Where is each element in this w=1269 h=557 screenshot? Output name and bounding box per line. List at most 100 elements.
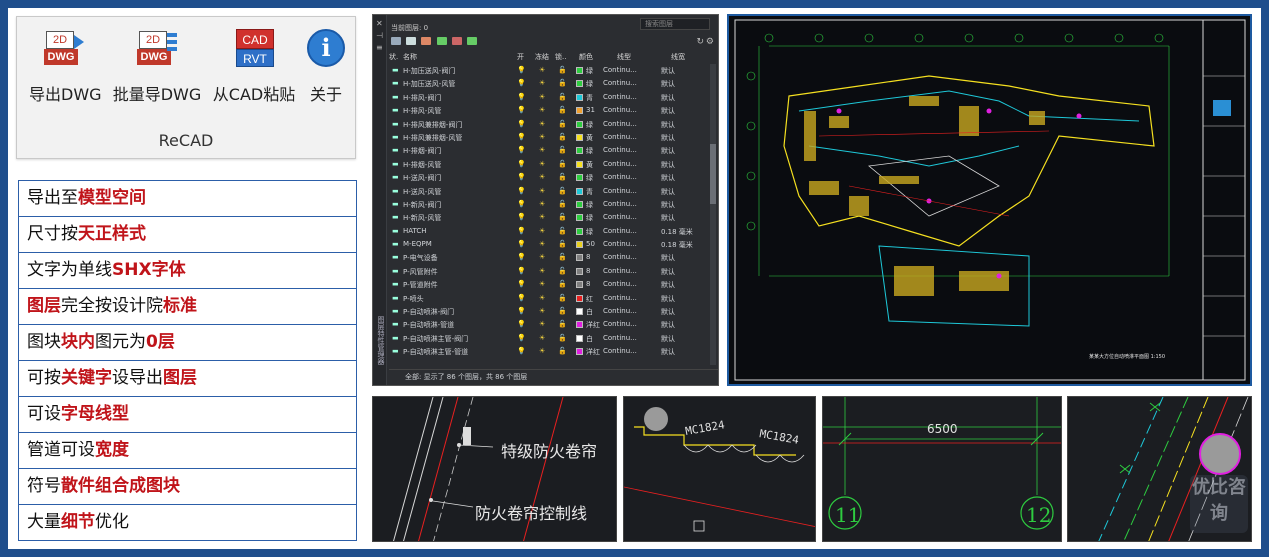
layer-linetype[interactable]: Continu...: [603, 173, 637, 181]
layer-row[interactable]: ▬ H-排风兼排烟-风管 💡 ☀ 🔓 黄 Continu... 默认: [389, 131, 708, 144]
layer-lineweight[interactable]: 默认: [661, 106, 675, 116]
refresh-icon[interactable]: ↻: [696, 37, 704, 47]
layer-unlock-icon[interactable]: 🔓: [558, 66, 567, 74]
layer-thaw-icon[interactable]: ☀: [539, 133, 545, 141]
layer-on-icon[interactable]: 💡: [517, 280, 526, 288]
layer-thaw-icon[interactable]: ☀: [539, 347, 545, 355]
layer-unlock-icon[interactable]: 🔓: [558, 280, 567, 288]
layer-lineweight[interactable]: 默认: [661, 66, 675, 76]
paste-from-cad-button[interactable]: CAD RVT 从CAD粘贴: [211, 29, 297, 119]
layer-unlock-icon[interactable]: 🔓: [558, 320, 567, 328]
layer-row[interactable]: ▬ H-加压送风-风管 💡 ☀ 🔓 绿 Continu... 默认: [389, 77, 708, 90]
layer-on-icon[interactable]: 💡: [517, 347, 526, 355]
layer-color-swatch[interactable]: [576, 107, 583, 115]
layer-lineweight[interactable]: 默认: [661, 160, 675, 170]
layer-color-swatch[interactable]: [576, 147, 583, 155]
layer-lineweight[interactable]: 0.18 毫米: [661, 240, 693, 250]
layer-thaw-icon[interactable]: ☀: [539, 334, 545, 342]
layer-linetype[interactable]: Continu...: [603, 213, 637, 221]
layer-linetype[interactable]: Continu...: [603, 307, 637, 315]
layer-column-header[interactable]: 颜色: [579, 52, 593, 62]
layer-thaw-icon[interactable]: ☀: [539, 240, 545, 248]
close-icon[interactable]: ✕: [376, 19, 383, 28]
layer-unlock-icon[interactable]: 🔓: [558, 267, 567, 275]
layer-on-icon[interactable]: 💡: [517, 187, 526, 195]
layer-column-header[interactable]: 开: [517, 52, 524, 62]
layer-color-swatch[interactable]: [576, 254, 583, 262]
layer-color-swatch[interactable]: [576, 241, 583, 249]
layer-lineweight[interactable]: 默认: [661, 280, 675, 290]
layer-thaw-icon[interactable]: ☀: [539, 173, 545, 181]
layer-row[interactable]: ▬ H-排风兼排烟-阀门 💡 ☀ 🔓 绿 Continu... 默认: [389, 118, 708, 131]
layer-row[interactable]: ▬ H-加压送风-阀门 💡 ☀ 🔓 绿 Continu... 默认: [389, 64, 708, 77]
layer-unlock-icon[interactable]: 🔓: [558, 347, 567, 355]
layer-thaw-icon[interactable]: ☀: [539, 160, 545, 168]
layer-linetype[interactable]: Continu...: [603, 160, 637, 168]
layer-color-swatch[interactable]: [576, 308, 583, 316]
layer-unlock-icon[interactable]: 🔓: [558, 160, 567, 168]
layer-thaw-icon[interactable]: ☀: [539, 200, 545, 208]
layer-lineweight[interactable]: 默认: [661, 79, 675, 89]
layer-row[interactable]: ▬ HATCH 💡 ☀ 🔓 绿 Continu... 0.18 毫米: [389, 225, 708, 238]
layer-color-swatch[interactable]: [576, 187, 583, 195]
layer-on-icon[interactable]: 💡: [517, 66, 526, 74]
layer-column-header[interactable]: 锁..: [555, 52, 566, 62]
layer-color-swatch[interactable]: [576, 80, 583, 88]
layer-thaw-icon[interactable]: ☀: [539, 227, 545, 235]
layer-color-swatch[interactable]: [576, 348, 583, 356]
layer-thaw-icon[interactable]: ☀: [539, 320, 545, 328]
properties-icon[interactable]: ≡: [376, 43, 383, 52]
layer-column-header[interactable]: 线宽: [671, 52, 685, 62]
layer-on-icon[interactable]: 💡: [517, 173, 526, 181]
layer-linetype[interactable]: Continu...: [603, 200, 637, 208]
layer-linetype[interactable]: Continu...: [603, 146, 637, 154]
layer-linetype[interactable]: Continu...: [603, 120, 637, 128]
layer-linetype[interactable]: Continu...: [603, 267, 637, 275]
layer-lineweight[interactable]: 默认: [661, 146, 675, 156]
layer-lineweight[interactable]: 默认: [661, 267, 675, 277]
layer-unlock-icon[interactable]: 🔓: [558, 120, 567, 128]
layer-unlock-icon[interactable]: 🔓: [558, 200, 567, 208]
layer-color-swatch[interactable]: [576, 281, 583, 289]
layer-lineweight[interactable]: 默认: [661, 320, 675, 330]
layer-lineweight[interactable]: 默认: [661, 294, 675, 304]
layer-on-icon[interactable]: 💡: [517, 120, 526, 128]
layer-search-input[interactable]: 搜索图层: [640, 18, 710, 30]
layer-thaw-icon[interactable]: ☀: [539, 267, 545, 275]
about-button[interactable]: i 关于: [303, 29, 349, 119]
layer-row[interactable]: ▬ H-新风-风管 💡 ☀ 🔓 绿 Continu... 默认: [389, 211, 708, 224]
settings-icon[interactable]: ⚙: [706, 37, 714, 47]
layer-linetype[interactable]: Continu...: [603, 79, 637, 87]
layer-on-icon[interactable]: 💡: [517, 320, 526, 328]
layer-column-header[interactable]: 名称: [403, 52, 417, 62]
layer-unlock-icon[interactable]: 🔓: [558, 79, 567, 87]
layer-row[interactable]: ▬ P-自动喷淋-阀门 💡 ☀ 🔓 白 Continu... 默认: [389, 305, 708, 318]
layer-thaw-icon[interactable]: ☀: [539, 294, 545, 302]
layer-on-icon[interactable]: 💡: [517, 240, 526, 248]
layer-lineweight[interactable]: 默认: [661, 334, 675, 344]
layer-color-swatch[interactable]: [576, 214, 583, 222]
layer-row[interactable]: ▬ H-排烟-阀门 💡 ☀ 🔓 绿 Continu... 默认: [389, 144, 708, 157]
layer-linetype[interactable]: Continu...: [603, 93, 637, 101]
layer-row[interactable]: ▬ H-送风-风管 💡 ☀ 🔓 青 Continu... 默认: [389, 185, 708, 198]
layer-color-swatch[interactable]: [576, 227, 583, 235]
layer-row[interactable]: ▬ H-新风-阀门 💡 ☀ 🔓 绿 Continu... 默认: [389, 198, 708, 211]
layer-linetype[interactable]: Continu...: [603, 253, 637, 261]
layer-color-swatch[interactable]: [576, 67, 583, 74]
layer-thaw-icon[interactable]: ☀: [539, 187, 545, 195]
layer-color-swatch[interactable]: [576, 133, 583, 141]
layer-linetype[interactable]: Continu...: [603, 133, 637, 141]
layer-row[interactable]: ▬ M-EQPM 💡 ☀ 🔓 50 Continu... 0.18 毫米: [389, 238, 708, 251]
layer-row[interactable]: ▬ P-自动喷淋主管-阀门 💡 ☀ 🔓 白 Continu... 默认: [389, 332, 708, 345]
layer-color-swatch[interactable]: [576, 334, 583, 342]
layer-color-swatch[interactable]: [576, 294, 583, 302]
layer-on-icon[interactable]: 💡: [517, 267, 526, 275]
layer-unlock-icon[interactable]: 🔓: [558, 133, 567, 141]
layer-state-icon[interactable]: [421, 37, 432, 45]
layer-lineweight[interactable]: 默认: [661, 133, 675, 143]
layer-lineweight[interactable]: 默认: [661, 253, 675, 263]
layer-row[interactable]: ▬ P-风管附件 💡 ☀ 🔓 8 Continu... 默认: [389, 265, 708, 278]
layer-on-icon[interactable]: 💡: [517, 334, 526, 342]
layer-thaw-icon[interactable]: ☀: [539, 120, 545, 128]
layer-thaw-icon[interactable]: ☀: [539, 66, 545, 74]
